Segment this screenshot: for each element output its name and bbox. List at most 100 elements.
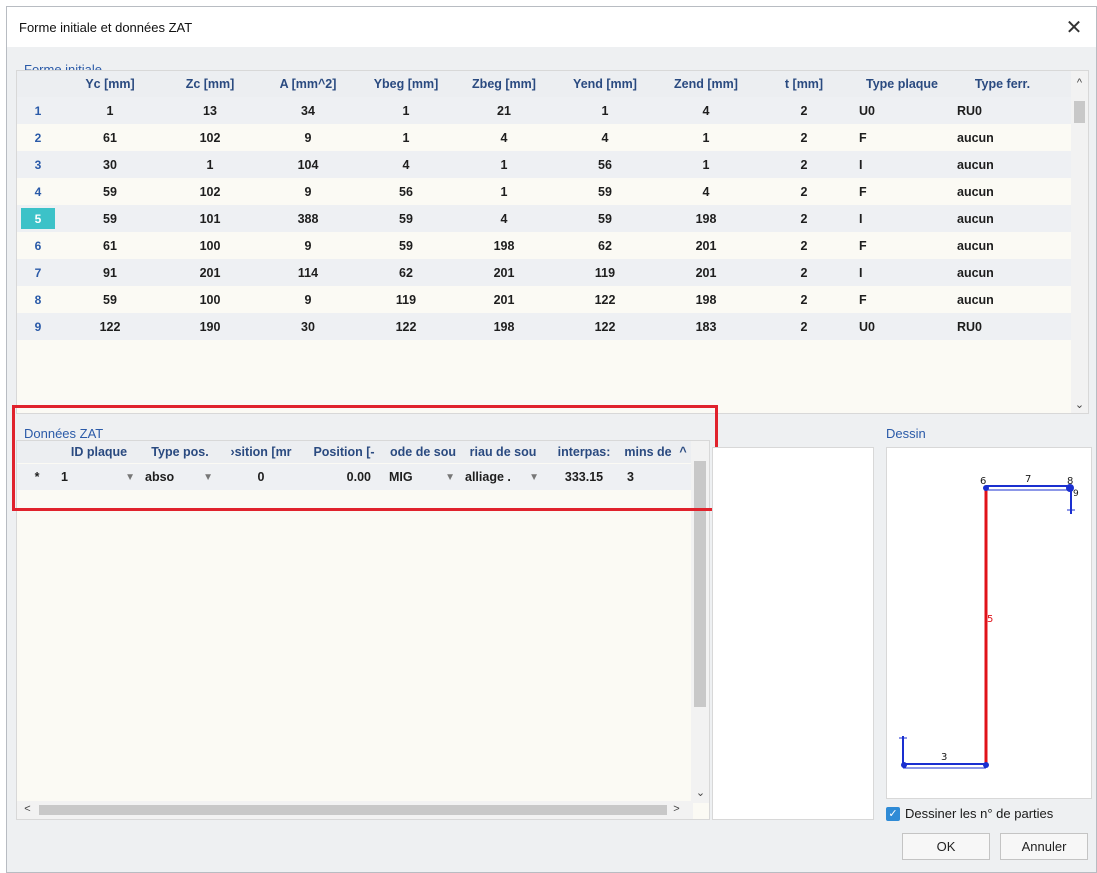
forme-table-cell[interactable]: 2 [755, 259, 853, 286]
forme-table-cell[interactable]: 2 [755, 313, 853, 340]
forme-table-cell[interactable]: aucun [951, 232, 1054, 259]
forme-table-cell[interactable]: 56 [553, 151, 657, 178]
forme-table-row[interactable]: 5 59 101 388 59 4 59 198 2 Iaucun [17, 205, 1072, 232]
row-header[interactable]: 4 [17, 178, 59, 205]
forme-column-header[interactable]: Zbeg [mm] [455, 71, 553, 97]
forme-table-cell[interactable]: F [853, 286, 951, 313]
row-header[interactable]: 1 [17, 97, 59, 124]
row-header[interactable]: 9 [17, 313, 59, 340]
forme-table-cell[interactable]: RU0 [951, 97, 1054, 124]
forme-table-cell[interactable]: 2 [755, 286, 853, 313]
forme-table-cell[interactable]: 104 [259, 151, 357, 178]
zat-horizontal-scrollbar[interactable]: < > [17, 801, 693, 819]
forme-table-cell[interactable]: F [853, 232, 951, 259]
scroll-left-icon[interactable]: < [19, 803, 36, 815]
forme-table-cell[interactable]: 4 [455, 205, 553, 232]
forme-table-cell[interactable]: aucun [951, 151, 1054, 178]
forme-table-cell[interactable]: I [853, 259, 951, 286]
forme-table-cell[interactable]: 183 [657, 313, 755, 340]
forme-table-cell[interactable]: 100 [161, 232, 259, 259]
forme-table-cell[interactable]: 30 [59, 151, 161, 178]
forme-table-cell[interactable]: 9 [259, 286, 357, 313]
forme-table-cell[interactable]: aucun [951, 178, 1054, 205]
forme-table-row[interactable]: 3 30 1 104 4 1 56 1 2 Iaucun [17, 151, 1072, 178]
scroll-down-icon[interactable]: ⌄ [692, 786, 709, 799]
forme-table-cell[interactable]: 62 [357, 259, 455, 286]
forme-table-cell[interactable]: U0 [853, 97, 951, 124]
row-header[interactable]: 5 [21, 208, 55, 229]
row-header[interactable]: 6 [17, 232, 59, 259]
forme-table-row[interactable]: 4 59 102 9 56 1 59 4 2 Faucun [17, 178, 1072, 205]
forme-table-row[interactable]: 9 122 190 30 122 198 122 183 2 U0 RU0 [17, 313, 1072, 340]
forme-table-cell[interactable]: 198 [657, 205, 755, 232]
forme-table-cell[interactable]: F [853, 178, 951, 205]
forme-table-cell[interactable]: 122 [59, 313, 161, 340]
forme-table-cell[interactable]: 59 [59, 205, 161, 232]
forme-table-cell[interactable]: 9 [259, 178, 357, 205]
forme-table-cell[interactable]: 201 [161, 259, 259, 286]
row-header[interactable]: 3 [17, 151, 59, 178]
forme-table-cell[interactable]: 61 [59, 124, 161, 151]
forme-table-row[interactable]: 1 1 13 34 1 21 1 4 2 U0 RU0 [17, 97, 1072, 124]
forme-table-cell[interactable]: 122 [553, 313, 657, 340]
forme-table-cell[interactable]: 201 [455, 286, 553, 313]
forme-table-cell[interactable]: 198 [455, 313, 553, 340]
forme-table-row[interactable]: 7 91 201 114 62 201 119 201 2 Iaucun [17, 259, 1072, 286]
forme-table-cell[interactable]: 9 [259, 124, 357, 151]
forme-table-cell[interactable]: 1 [161, 151, 259, 178]
forme-table-cell[interactable]: U0 [853, 313, 951, 340]
forme-column-header[interactable]: Zend [mm] [657, 71, 755, 97]
forme-table-cell[interactable]: 1 [59, 97, 161, 124]
forme-table-cell[interactable]: 59 [553, 205, 657, 232]
forme-table-cell[interactable]: 59 [357, 205, 455, 232]
forme-column-header[interactable] [17, 71, 59, 97]
forme-column-header[interactable]: Yc [mm] [59, 71, 161, 97]
forme-table-cell[interactable]: 100 [161, 286, 259, 313]
forme-table-cell[interactable]: 190 [161, 313, 259, 340]
row-header[interactable]: 7 [17, 259, 59, 286]
cancel-button[interactable]: Annuler [1000, 833, 1088, 860]
forme-table-cell[interactable]: 59 [59, 286, 161, 313]
forme-table-cell[interactable]: 1 [553, 97, 657, 124]
forme-table-cell[interactable]: 201 [657, 232, 755, 259]
forme-table-cell[interactable]: 102 [161, 178, 259, 205]
forme-table-cell[interactable]: 198 [455, 232, 553, 259]
forme-table-cell[interactable]: 13 [161, 97, 259, 124]
row-header[interactable]: 2 [17, 124, 59, 151]
forme-table-cell[interactable]: 59 [59, 178, 161, 205]
forme-table-cell[interactable]: 102 [161, 124, 259, 151]
forme-table-cell[interactable]: 9 [259, 232, 357, 259]
forme-column-header[interactable]: Zc [mm] [161, 71, 259, 97]
scrollbar-thumb[interactable] [39, 805, 667, 815]
forme-table-cell[interactable]: 91 [59, 259, 161, 286]
draw-part-numbers-checkbox[interactable]: ✓ Dessiner les n° de parties [886, 806, 1053, 821]
forme-table-cell[interactable]: 198 [657, 286, 755, 313]
forme-table-cell[interactable]: 2 [755, 97, 853, 124]
ok-button[interactable]: OK [902, 833, 990, 860]
forme-table-cell[interactable]: 201 [657, 259, 755, 286]
scrollbar-thumb[interactable] [1074, 101, 1085, 123]
forme-table-cell[interactable]: 201 [455, 259, 553, 286]
forme-table-cell[interactable]: I [853, 205, 951, 232]
forme-table-cell[interactable]: 59 [553, 178, 657, 205]
forme-table-cell[interactable]: 119 [553, 259, 657, 286]
forme-table-cell[interactable]: 2 [755, 151, 853, 178]
forme-table-cell[interactable]: 1 [357, 97, 455, 124]
forme-table-cell[interactable]: 2 [755, 178, 853, 205]
forme-table-cell[interactable]: 4 [657, 97, 755, 124]
forme-table-cell[interactable]: 34 [259, 97, 357, 124]
forme-table-cell[interactable]: 122 [553, 286, 657, 313]
forme-table-cell[interactable]: 4 [357, 151, 455, 178]
forme-table-cell[interactable]: 119 [357, 286, 455, 313]
forme-table-row[interactable]: 2 61 102 9 1 4 4 1 2 Faucun [17, 124, 1072, 151]
forme-vertical-scrollbar[interactable]: ^ ⌄ [1071, 71, 1088, 413]
forme-initiale-grid[interactable]: Yc [mm] Zc [mm] A [mm^2] Ybeg [mm] Zbeg [mm]… [16, 70, 1089, 414]
forme-table-cell[interactable]: 388 [259, 205, 357, 232]
forme-table-cell[interactable]: aucun [951, 124, 1054, 151]
forme-table-cell[interactable]: 59 [357, 232, 455, 259]
forme-table-cell[interactable]: 4 [657, 178, 755, 205]
forme-table-cell[interactable]: 2 [755, 205, 853, 232]
forme-table-cell[interactable]: 21 [455, 97, 553, 124]
forme-column-header[interactable]: Ybeg [mm] [357, 71, 455, 97]
forme-table-cell[interactable]: 1 [357, 124, 455, 151]
